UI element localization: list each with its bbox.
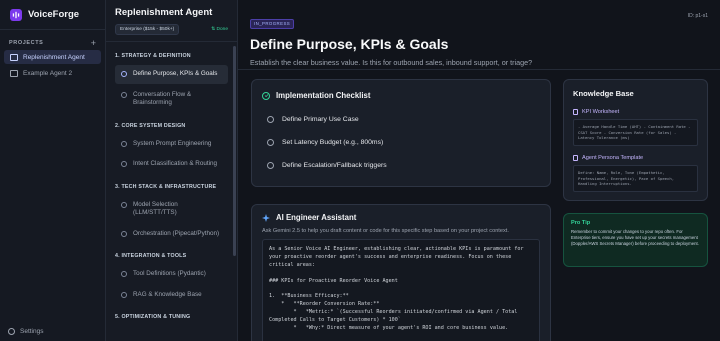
voiceforge-logo-icon — [10, 8, 22, 21]
step-model-selection[interactable]: Model Selection (LLM/STT/TTS) — [115, 196, 228, 223]
plus-icon[interactable]: + — [91, 38, 96, 48]
step-id: ID: p1-s1 — [687, 13, 708, 19]
checklist-item-label: Define Primary Use Case — [282, 116, 359, 123]
steps-list: 1. STRATEGY & DEFINITION Define Purpose,… — [106, 42, 237, 320]
step-label: RAG & Knowledge Base — [133, 290, 202, 298]
page-subtitle: Establish the clear business value. Is t… — [250, 58, 533, 67]
project-item-replenishment-agent[interactable]: Replenishment Agent — [4, 50, 101, 64]
step-status-icon — [121, 201, 127, 208]
checklist-item[interactable]: Define Primary Use Case — [267, 116, 540, 123]
projects-label: PROJECTS — [9, 40, 44, 46]
checklist-item[interactable]: Define Escalation/Fallback triggers — [267, 162, 540, 169]
check-circle-icon — [262, 91, 270, 100]
main-header: IN_PROGRESS ID: p1-s1 Define Purpose, KP… — [238, 0, 720, 70]
agent-title: Replenishment Agent — [115, 7, 213, 18]
sync-status-label: Done — [216, 27, 228, 32]
section-title: 5. OPTIMIZATION & TUNING — [115, 314, 191, 320]
pro-tip-title: Pro Tip — [571, 220, 591, 226]
step-conversation-flow[interactable]: Conversation Flow & Brainstorming — [115, 86, 228, 113]
ai-engineer-assistant: AI Engineer Assistant Ask Gemini 2.5 to … — [251, 204, 551, 341]
step-tool-definitions[interactable]: Tool Definitions (Pydantic) — [115, 265, 228, 284]
step-status-icon — [121, 271, 127, 277]
app-sidebar: VoiceForge PROJECTS + Replenishment Agen… — [0, 0, 106, 341]
checkbox-icon[interactable] — [267, 162, 274, 169]
knowledge-base-title: Knowledge Base — [573, 89, 634, 98]
settings-button[interactable]: Settings — [8, 328, 44, 335]
kb-item-content: Define: Name, Role, Tone (Empathetic, Pr… — [573, 164, 698, 192]
status-badge: IN_PROGRESS — [250, 18, 295, 29]
steps-panel: Replenishment Agent Enterprise ($15k - $… — [106, 0, 238, 341]
section-optimization: 5. OPTIMIZATION & TUNING — [115, 314, 228, 320]
step-orchestration[interactable]: Orchestration (Pipecat/Python) — [115, 225, 228, 244]
step-status-icon — [121, 161, 127, 167]
step-label: System Prompt Engineering — [133, 139, 212, 147]
kb-item-kpi-worksheet[interactable]: KPI Worksheet — [573, 109, 698, 115]
step-label: Tool Definitions (Pydantic) — [133, 270, 206, 277]
step-status-icon — [121, 291, 127, 298]
sparkle-icon — [262, 213, 270, 222]
pro-tip-text: Remember to commit your changes to your … — [571, 229, 699, 247]
step-status-icon — [121, 230, 127, 237]
step-label: Conversation Flow & Brainstorming — [133, 90, 192, 107]
section-core-system: 2. CORE SYSTEM DESIGN System Prompt Engi… — [115, 123, 228, 174]
assistant-subtitle: Ask Gemini 2.5 to help you draft content… — [262, 228, 509, 234]
step-label: Define Purpose, KPIs & Goals — [133, 70, 218, 77]
section-title: 4. INTEGRATION & TOOLS — [115, 253, 187, 259]
checkbox-icon[interactable] — [267, 116, 274, 123]
step-status-icon — [121, 140, 127, 147]
kb-item-title: KPI Worksheet — [582, 109, 620, 115]
section-strategy: 1. STRATEGY & DEFINITION Define Purpose,… — [115, 53, 228, 113]
step-label: Orchestration (Pipecat/Python) — [133, 229, 220, 237]
main-content: IN_PROGRESS ID: p1-s1 Define Purpose, KP… — [238, 0, 720, 341]
implementation-checklist: Implementation Checklist Define Primary … — [251, 79, 551, 187]
projects-header: PROJECTS + — [0, 38, 105, 48]
section-title: 3. TECH STACK & INFRASTRUCTURE — [115, 183, 217, 190]
settings-label: Settings — [20, 328, 44, 335]
section-tech-stack: 3. TECH STACK & INFRASTRUCTURE Model Sel… — [115, 184, 228, 244]
step-status-icon — [121, 91, 127, 98]
checklist-title: Implementation Checklist — [276, 91, 371, 100]
document-icon — [573, 109, 578, 115]
step-label: Intent Classification & Routing — [133, 160, 218, 167]
checklist-item-label: Set Latency Budget (e.g., 800ms) — [282, 139, 384, 146]
tier-select[interactable]: Enterprise ($15k - $50k+) — [115, 24, 180, 35]
project-item-example-agent-2[interactable]: Example Agent 2 — [4, 66, 101, 80]
folder-icon — [10, 69, 18, 77]
section-title: 1. STRATEGY & DEFINITION — [115, 53, 191, 59]
step-rag-knowledge[interactable]: RAG & Knowledge Base — [115, 286, 228, 305]
kb-item-title: Agent Persona Template — [582, 154, 644, 161]
brand: VoiceForge — [0, 0, 105, 30]
knowledge-base: Knowledge Base KPI Worksheet - Average H… — [563, 79, 708, 201]
sync-status: ⇅ Done — [211, 27, 228, 32]
assistant-output[interactable]: As a Senior Voice AI Engineer, establish… — [262, 239, 540, 341]
page-title: Define Purpose, KPIs & Goals — [250, 36, 449, 52]
kb-item-persona-template[interactable]: Agent Persona Template — [573, 154, 698, 161]
step-status-icon — [121, 71, 127, 77]
pro-tip: Pro Tip Remember to commit your changes … — [563, 213, 708, 267]
step-define-purpose[interactable]: Define Purpose, KPIs & Goals — [115, 65, 228, 84]
project-label: Example Agent 2 — [23, 69, 73, 77]
steps-header: Replenishment Agent Enterprise ($15k - $… — [106, 0, 237, 42]
kb-item-content: - Average Handle Time (AHT) - Containmen… — [573, 119, 698, 146]
checklist-item-label: Define Escalation/Fallback triggers — [282, 162, 387, 169]
section-integration: 4. INTEGRATION & TOOLS Tool Definitions … — [115, 253, 228, 304]
checklist-item[interactable]: Set Latency Budget (e.g., 800ms) — [267, 139, 540, 146]
project-label: Replenishment Agent — [23, 53, 85, 61]
step-label: Model Selection (LLM/STT/TTS) — [133, 200, 178, 217]
checkbox-icon[interactable] — [267, 139, 274, 146]
assistant-title: AI Engineer Assistant — [276, 213, 357, 222]
gear-icon — [8, 328, 15, 335]
step-intent-classification[interactable]: Intent Classification & Routing — [115, 155, 228, 174]
document-icon — [573, 154, 578, 161]
section-title: 2. CORE SYSTEM DESIGN — [115, 122, 186, 129]
folder-icon — [10, 53, 18, 61]
app-name: VoiceForge — [28, 9, 80, 20]
step-system-prompt[interactable]: System Prompt Engineering — [115, 135, 228, 154]
